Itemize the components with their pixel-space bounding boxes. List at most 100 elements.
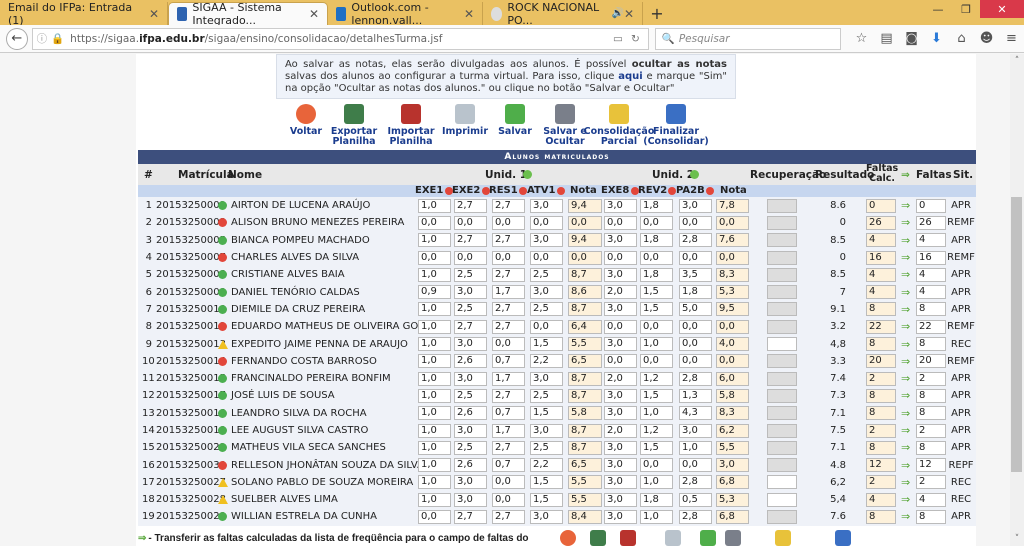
faltas-field[interactable]: 16 bbox=[916, 250, 946, 265]
grade-unid2-field[interactable]: 0,0 bbox=[640, 319, 673, 334]
footer-imprimir-icon[interactable] bbox=[665, 530, 681, 546]
nota-unid2-field[interactable]: 6,8 bbox=[716, 509, 749, 524]
transfer-arrow-icon[interactable]: ⇒ bbox=[901, 407, 910, 420]
grade-unid1-field[interactable]: 1,0 bbox=[418, 267, 451, 282]
add-unid1-icon[interactable] bbox=[523, 170, 532, 179]
grade-unid2-field[interactable]: 3,0 bbox=[604, 406, 637, 421]
nota-unid1-field[interactable]: 6,5 bbox=[568, 354, 602, 369]
grade-unid1-field[interactable]: 0,0 bbox=[530, 250, 563, 265]
reload-icon[interactable]: ↻ bbox=[631, 33, 640, 45]
grade-unid2-field[interactable]: 0,0 bbox=[679, 337, 712, 352]
nota-unid2-field[interactable]: 9,5 bbox=[716, 302, 749, 317]
scrollbar-thumb[interactable] bbox=[1011, 197, 1022, 472]
grade-unid1-field[interactable]: 2,5 bbox=[530, 267, 563, 282]
grade-unid1-field[interactable]: 0,0 bbox=[418, 215, 451, 230]
nota-unid2-field[interactable]: 0,0 bbox=[716, 215, 749, 230]
imprimir-button[interactable]: Imprimir bbox=[440, 104, 490, 147]
close-tab-icon[interactable]: ✕ bbox=[149, 7, 159, 21]
grade-unid1-field[interactable]: 2,5 bbox=[530, 388, 563, 403]
grade-unid2-field[interactable]: 0,0 bbox=[679, 215, 712, 230]
faltas-field[interactable]: 2 bbox=[916, 371, 946, 386]
grade-unid2-field[interactable]: 1,5 bbox=[640, 302, 673, 317]
grade-unid1-field[interactable]: 1,0 bbox=[418, 302, 451, 317]
grade-unid1-field[interactable]: 2,7 bbox=[454, 319, 487, 334]
grade-unid2-field[interactable]: 3,0 bbox=[604, 198, 637, 213]
grade-unid1-field[interactable]: 3,0 bbox=[454, 492, 487, 507]
faltas-field[interactable]: 4 bbox=[916, 285, 946, 300]
grade-unid2-field[interactable]: 2,8 bbox=[679, 475, 712, 490]
home-icon[interactable]: ⌂ bbox=[949, 31, 974, 46]
grade-unid2-field[interactable]: 0,0 bbox=[640, 354, 673, 369]
grade-unid2-field[interactable]: 3,0 bbox=[679, 423, 712, 438]
close-tab-icon[interactable]: ✕ bbox=[464, 7, 474, 21]
grade-unid1-field[interactable]: 2,2 bbox=[530, 458, 563, 473]
menu-icon[interactable]: ≡ bbox=[999, 31, 1024, 46]
recuperacao-field[interactable] bbox=[767, 337, 797, 352]
grade-unid2-field[interactable]: 2,0 bbox=[604, 371, 637, 386]
transfer-arrow-icon[interactable]: ⇒ bbox=[901, 286, 910, 299]
faltas-field[interactable]: 8 bbox=[916, 440, 946, 455]
grade-unid1-field[interactable]: 1,0 bbox=[418, 492, 451, 507]
nota-unid1-field[interactable]: 5,8 bbox=[568, 406, 602, 421]
grade-unid1-field[interactable]: 0,0 bbox=[454, 250, 487, 265]
grade-unid1-field[interactable]: 2,7 bbox=[492, 440, 525, 455]
grade-unid1-field[interactable]: 1,7 bbox=[492, 285, 525, 300]
grade-unid1-field[interactable]: 2,7 bbox=[454, 509, 487, 524]
grade-unid1-field[interactable]: 3,0 bbox=[530, 198, 563, 213]
grade-unid2-field[interactable]: 1,2 bbox=[640, 423, 673, 438]
new-tab-button[interactable]: + bbox=[643, 2, 671, 25]
grade-unid2-field[interactable]: 1,8 bbox=[640, 198, 673, 213]
tab-sigaa[interactable]: SIGAA - Sistema Integrado... ✕ bbox=[168, 1, 328, 27]
nota-unid1-field[interactable]: 8,7 bbox=[568, 267, 602, 282]
grade-unid1-field[interactable]: 3,0 bbox=[454, 371, 487, 386]
faltas-field[interactable]: 2 bbox=[916, 423, 946, 438]
nota-unid1-field[interactable]: 9,4 bbox=[568, 233, 602, 248]
footer-voltar-icon[interactable] bbox=[560, 530, 576, 546]
grade-unid2-field[interactable]: 0,0 bbox=[604, 319, 637, 334]
remove-atv1-icon[interactable] bbox=[557, 187, 565, 195]
faltas-field[interactable]: 4 bbox=[916, 233, 946, 248]
grade-unid1-field[interactable]: 0,0 bbox=[492, 250, 525, 265]
grade-unid2-field[interactable]: 1,5 bbox=[640, 388, 673, 403]
tab-outlook[interactable]: Outlook.com - lennon.vall... ✕ bbox=[328, 1, 483, 27]
grade-unid2-field[interactable]: 0,0 bbox=[640, 215, 673, 230]
grade-unid1-field[interactable]: 1,5 bbox=[530, 406, 563, 421]
nota-unid2-field[interactable]: 8,3 bbox=[716, 406, 749, 421]
grade-unid1-field[interactable]: 2,7 bbox=[492, 509, 525, 524]
nota-unid1-field[interactable]: 8,7 bbox=[568, 302, 602, 317]
grade-unid1-field[interactable]: 2,7 bbox=[454, 233, 487, 248]
transfer-arrow-icon[interactable]: ⇒ bbox=[901, 459, 910, 472]
grade-unid1-field[interactable]: 2,7 bbox=[454, 198, 487, 213]
grade-unid2-field[interactable]: 1,8 bbox=[640, 492, 673, 507]
footer-finalizar-icon[interactable] bbox=[835, 530, 851, 546]
nota-unid1-field[interactable]: 8,6 bbox=[568, 285, 602, 300]
grade-unid2-field[interactable]: 3,5 bbox=[679, 267, 712, 282]
grade-unid2-field[interactable]: 2,0 bbox=[604, 423, 637, 438]
grade-unid1-field[interactable]: 3,0 bbox=[530, 509, 563, 524]
nota-unid2-field[interactable]: 6,2 bbox=[716, 423, 749, 438]
grade-unid2-field[interactable]: 0,0 bbox=[679, 250, 712, 265]
nota-unid2-field[interactable]: 5,5 bbox=[716, 440, 749, 455]
add-unid2-icon[interactable] bbox=[690, 170, 699, 179]
transfer-arrow-icon[interactable]: ⇒ bbox=[901, 476, 910, 489]
nota-unid2-field[interactable]: 3,0 bbox=[716, 458, 749, 473]
grade-unid1-field[interactable]: 3,0 bbox=[530, 233, 563, 248]
transfer-arrow-icon[interactable]: ⇒ bbox=[901, 355, 910, 368]
nota-unid2-field[interactable]: 5,8 bbox=[716, 388, 749, 403]
grade-unid2-field[interactable]: 3,0 bbox=[604, 267, 637, 282]
transfer-arrow-icon[interactable]: ⇒ bbox=[901, 216, 910, 229]
transfer-arrow-icon[interactable]: ⇒ bbox=[901, 493, 910, 506]
faltas-field[interactable]: 20 bbox=[916, 354, 946, 369]
faltas-field[interactable]: 26 bbox=[916, 215, 946, 230]
grade-unid2-field[interactable]: 3,0 bbox=[679, 198, 712, 213]
grade-unid1-field[interactable]: 0,7 bbox=[492, 406, 525, 421]
nota-unid1-field[interactable]: 5,5 bbox=[568, 337, 602, 352]
nota-unid2-field[interactable]: 6,0 bbox=[716, 371, 749, 386]
transfer-arrow-icon[interactable]: ⇒ bbox=[901, 320, 910, 333]
grade-unid1-field[interactable]: 1,7 bbox=[492, 371, 525, 386]
faltas-field[interactable]: 8 bbox=[916, 388, 946, 403]
grade-unid1-field[interactable]: 2,7 bbox=[492, 198, 525, 213]
grade-unid2-field[interactable]: 1,0 bbox=[640, 406, 673, 421]
download-icon[interactable]: ⬇ bbox=[924, 31, 949, 46]
nota-unid2-field[interactable]: 6,8 bbox=[716, 475, 749, 490]
